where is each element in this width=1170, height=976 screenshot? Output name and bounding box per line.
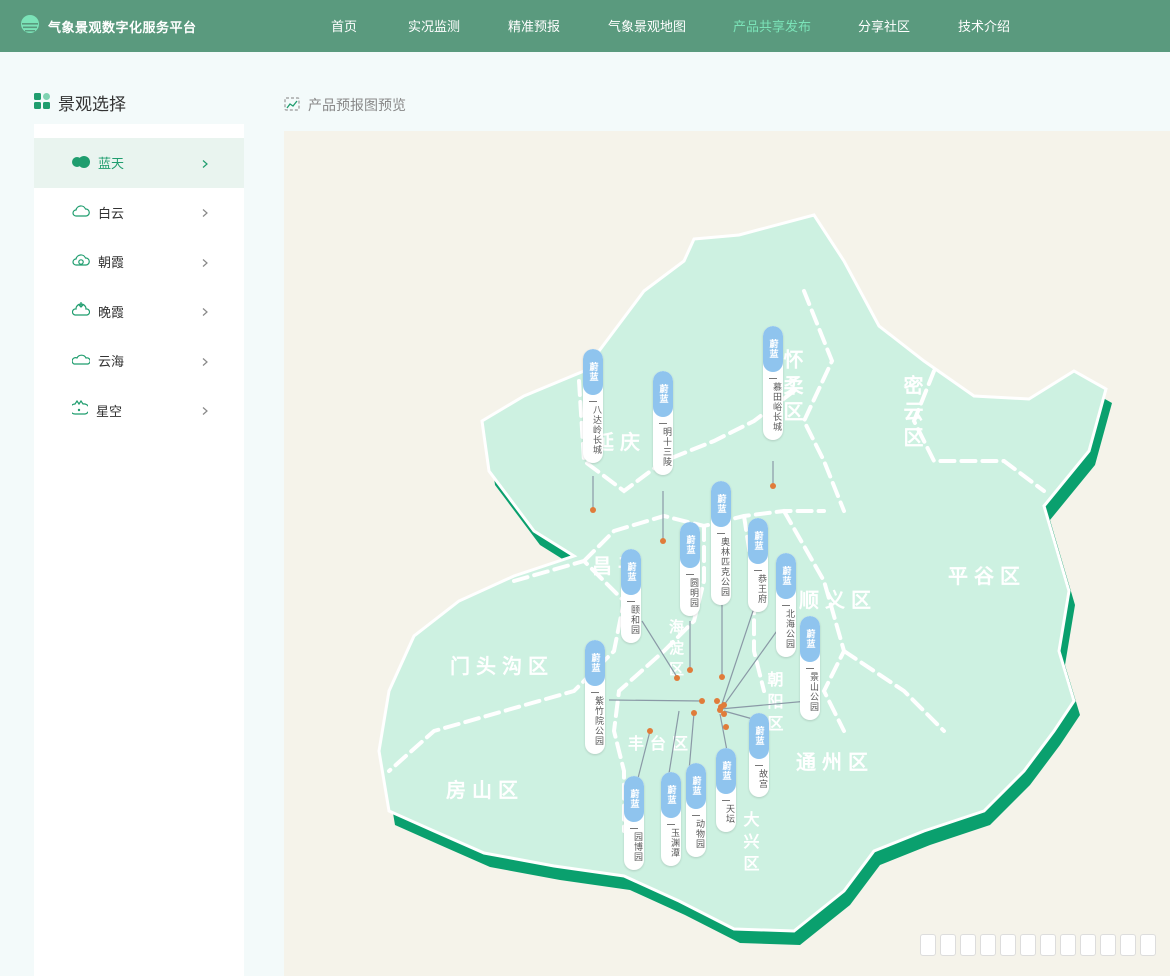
district-pinggu-label: 平谷区 <box>948 564 1026 588</box>
district-haidian-label: 海淀区 <box>667 618 685 682</box>
sunrise-icon <box>72 252 90 271</box>
spot-olympic-park-tag[interactable]: 蔚蓝 奥林匹克公园 <box>711 481 731 605</box>
landscape-sidebar: 蓝天 白云 朝霞 晚霞 云海 星空 <box>34 124 244 976</box>
app-title: 气象景观数字化服务平台 <box>48 20 197 36</box>
sidebar-item-sunrise[interactable]: 朝霞 <box>34 237 244 287</box>
chevron-right-icon <box>202 401 208 420</box>
cloud-icon <box>72 203 90 222</box>
sidebar-item-label: 云海 <box>98 355 125 371</box>
district-fengtai-label: 丰台区 <box>628 734 694 753</box>
spot-forbidden-city-tag[interactable]: 蔚蓝 故宫 <box>749 713 769 797</box>
chevron-right-icon <box>202 351 208 370</box>
chevron-right-icon <box>202 203 208 222</box>
watermark <box>920 934 1156 956</box>
district-tongzhou-label: 通州区 <box>796 750 874 774</box>
preview-heading: 产品预报图预览 <box>284 95 406 115</box>
spot-badaling-tag[interactable]: 蔚蓝 八达岭长城 <box>583 349 603 463</box>
grid-icon <box>34 92 50 113</box>
spot-summer-palace-tag[interactable]: 蔚蓝 颐和园 <box>621 549 641 643</box>
nav-community[interactable]: 分享社区 <box>858 16 910 35</box>
brand[interactable]: 气象景观数字化服务平台 <box>20 0 197 52</box>
nav-forecast[interactable]: 精准预报 <box>508 16 560 35</box>
sidebar-item-label: 朝霞 <box>98 256 125 272</box>
spot-yuanmingyuan-tag[interactable]: 蔚蓝 圆明园 <box>680 522 700 616</box>
spot-mutianyu-tag[interactable]: 蔚蓝 慕田峪长城 <box>763 326 783 440</box>
image-preview-icon <box>284 96 300 115</box>
district-miyun-label: 密云区 <box>900 374 924 453</box>
chevron-right-icon <box>202 252 208 271</box>
sunset-icon <box>71 301 91 321</box>
chevron-right-icon <box>202 153 208 172</box>
starry-sky-icon <box>69 400 90 420</box>
spot-jingshan-park-tag[interactable]: 蔚蓝 景山公园 <box>800 616 820 720</box>
spot-temple-of-heaven-tag[interactable]: 蔚蓝 天坛 <box>716 748 736 832</box>
sidebar-item-cloud-sea[interactable]: 云海 <box>34 336 244 386</box>
logo-icon <box>20 14 40 38</box>
sidebar-heading: 景观选择 <box>34 90 126 115</box>
district-daxing-label: 大兴区 <box>741 810 760 877</box>
nav-home[interactable]: 首页 <box>331 16 357 35</box>
nav-product-publish[interactable]: 产品共享发布 <box>733 16 811 35</box>
sidebar-item-sunset[interactable]: 晚霞 <box>34 287 244 337</box>
sidebar-title: 景观选择 <box>58 95 126 115</box>
sidebar-item-label: 星空 <box>96 404 123 420</box>
chevron-right-icon <box>202 302 208 321</box>
forecast-map-panel: 怀柔区 密云区 延庆 昌平 平谷区 顺义区 门头沟区 海淀区 朝阳区 丰台区 通… <box>284 131 1170 976</box>
sidebar-item-starry-sky[interactable]: 星空 <box>34 386 244 436</box>
nav-tech-intro[interactable]: 技术介绍 <box>958 16 1010 35</box>
sidebar-item-label: 晚霞 <box>98 305 125 321</box>
district-huairou-label: 怀柔区 <box>780 348 804 427</box>
sidebar-item-blue-sky[interactable]: 蓝天 <box>34 138 244 188</box>
spot-zoo-tag[interactable]: 蔚蓝 动物园 <box>686 763 706 857</box>
spot-ming-tombs-tag[interactable]: 蔚蓝 明十三陵 <box>653 371 673 475</box>
sidebar-item-label: 蓝天 <box>98 157 125 173</box>
spot-yuyuantan-tag[interactable]: 蔚蓝 玉渊潭 <box>661 772 681 866</box>
nav-landscape-map[interactable]: 气象景观地图 <box>608 16 686 35</box>
spot-prince-gong-tag[interactable]: 蔚蓝 恭王府 <box>748 518 768 612</box>
top-header: 气象景观数字化服务平台 首页 实况监测 精准预报 气象景观地图 产品共享发布 分… <box>0 0 1170 52</box>
district-shunyi-label: 顺义区 <box>799 588 877 612</box>
district-fangshan-label: 房山区 <box>446 778 524 802</box>
district-mentougou-label: 门头沟区 <box>450 654 554 678</box>
preview-title: 产品预报图预览 <box>308 98 406 114</box>
sidebar-item-label: 白云 <box>98 206 125 222</box>
blue-sky-icon <box>72 153 90 172</box>
spot-beihai-park-tag[interactable]: 蔚蓝 北海公园 <box>776 553 796 657</box>
spot-garden-expo-tag[interactable]: 蔚蓝 园博园 <box>624 776 644 870</box>
spot-zizhuyuan-tag[interactable]: 蔚蓝 紫竹院公园 <box>585 640 605 754</box>
sidebar-item-white-cloud[interactable]: 白云 <box>34 188 244 238</box>
nav-live-monitoring[interactable]: 实况监测 <box>408 16 460 35</box>
cloud-sea-icon <box>71 351 91 370</box>
